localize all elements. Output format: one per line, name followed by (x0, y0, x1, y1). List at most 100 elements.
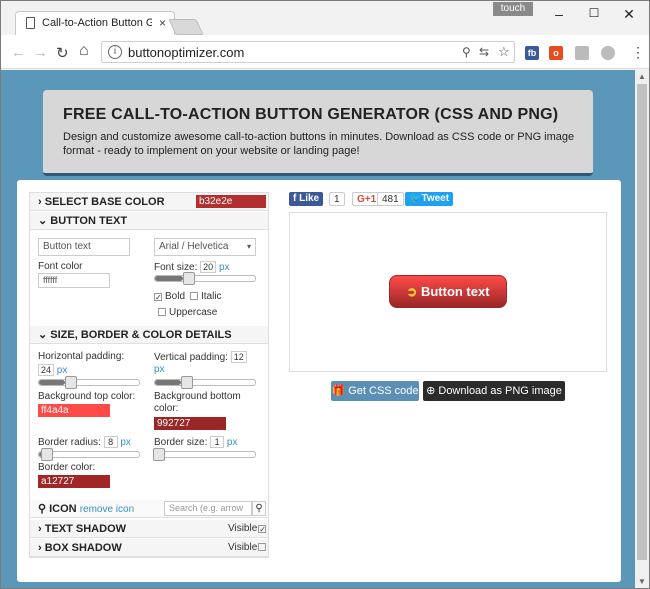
url-text[interactable]: buttonoptimizer.com (128, 45, 244, 60)
section-button-text[interactable]: ⌄ BUTTON TEXT (30, 212, 268, 230)
bg-bottom-color-swatch[interactable]: 992727 (154, 417, 226, 430)
border-size-slider[interactable] (153, 448, 256, 461)
font-size-value[interactable]: 20 (200, 261, 217, 273)
checkmark-icon: ✓ (258, 525, 267, 534)
bg-top-color-swatch[interactable]: ff4a4a (38, 404, 110, 417)
search-button[interactable]: ⚲ (252, 501, 266, 516)
chevron-down-icon: ⌄ (38, 329, 48, 341)
zoom-icon[interactable]: ⚲ (462, 45, 471, 59)
vertical-padding-text: Vertical padding: (154, 352, 228, 363)
scroll-down-icon[interactable]: ▼ (638, 577, 646, 586)
chevron-right-icon: › (38, 542, 42, 554)
facebook-like-button[interactable]: f Like (289, 192, 324, 206)
fb-like-label: Like (299, 193, 320, 204)
uppercase-checkbox[interactable]: Uppercase (158, 307, 217, 318)
bold-checkbox[interactable]: ✓ Bold (154, 291, 185, 302)
tab-title: Call-to-Action Button G (42, 17, 152, 29)
bold-label: Bold (165, 291, 186, 302)
vertical-padding-slider[interactable] (154, 376, 256, 389)
chevron-down-icon: ⌄ (38, 215, 48, 227)
title-bar: Call-to-Action Button G × touch – ☐ ✕ (1, 1, 649, 35)
remove-icon-link[interactable]: remove icon (80, 504, 134, 515)
horizontal-padding-slider[interactable] (38, 376, 140, 389)
fb-like-count: 1 (329, 192, 345, 206)
base-color-swatch[interactable]: b32e2e (196, 195, 266, 208)
tweet-button[interactable]: 🐦Tweet (405, 192, 454, 206)
chevron-right-icon: › (38, 196, 42, 208)
back-icon[interactable]: ← (11, 44, 26, 61)
slider-handle[interactable] (181, 376, 193, 389)
extension-icon[interactable] (575, 46, 589, 60)
page-scrollbar[interactable]: ▲ ▼ (635, 70, 649, 588)
italic-label: Italic (201, 291, 222, 302)
facebook-extension-icon[interactable]: fb (525, 46, 539, 60)
border-radius-label: Border radius: 8 px (38, 436, 131, 448)
font-family-value: Arial / Helvetica (159, 241, 229, 252)
button-text-input[interactable]: Button text (38, 238, 130, 256)
vertical-padding-value[interactable]: 12 (230, 351, 247, 363)
cta-button-text: Button text (420, 284, 490, 299)
translate-icon[interactable]: ⇆ (479, 45, 489, 59)
scroll-up-icon[interactable]: ▲ (638, 72, 646, 81)
slider-handle[interactable] (153, 448, 165, 461)
search-icon: ⚲ (38, 503, 47, 515)
border-size-text: Border size: (154, 437, 208, 448)
box-shadow-visible[interactable]: Visible (228, 542, 269, 553)
forward-icon[interactable]: → (33, 44, 48, 61)
uppercase-label: Uppercase (169, 307, 218, 318)
font-family-select[interactable]: Arial / Helvetica ▾ (154, 238, 256, 256)
border-color-swatch[interactable]: a12727 (38, 475, 110, 488)
download-png-label: Download as PNG image (438, 385, 562, 397)
maximize-icon[interactable]: ☐ (584, 6, 604, 20)
border-size-value[interactable]: 1 (210, 436, 225, 448)
star-icon[interactable]: ☆ (498, 44, 510, 60)
reload-icon[interactable]: ↻ (56, 44, 69, 62)
touch-label: touch (493, 2, 533, 16)
slider-fill (155, 380, 181, 385)
horizontal-padding-value-row: 24 px (38, 364, 67, 376)
home-icon[interactable]: ⌂ (79, 42, 89, 60)
scroll-thumb[interactable] (637, 84, 647, 560)
px-unit: px (154, 364, 165, 375)
speed-extension-icon[interactable] (601, 46, 615, 60)
office-extension-icon[interactable]: o (549, 46, 563, 60)
icon-search-input[interactable]: Search (e.g. arrow (164, 501, 252, 516)
checkmark-icon: ✓ (154, 293, 162, 302)
tab-close-icon[interactable]: × (159, 16, 166, 30)
section-label: SELECT BASE COLOR (44, 196, 165, 208)
page-subtitle: Design and customize awesome call-to-act… (63, 131, 575, 157)
info-icon[interactable]: i (108, 45, 122, 59)
get-css-button[interactable]: 🎁 Get CSS code (331, 381, 419, 401)
page-icon (26, 17, 35, 29)
slider-handle[interactable] (183, 272, 195, 285)
page-title: FREE CALL-TO-ACTION BUTTON GENERATOR (CS… (63, 106, 559, 123)
section-size-border[interactable]: ⌄ SIZE, BORDER & COLOR DETAILS (30, 326, 268, 344)
chevron-down-icon: ▾ (246, 242, 251, 251)
visible-label: Visible (228, 523, 258, 534)
button-preview: ➲ Button text (289, 212, 607, 372)
download-png-button[interactable]: ⊕ Download as PNG image (423, 381, 565, 401)
border-radius-value[interactable]: 8 (103, 436, 118, 448)
cta-preview-button[interactable]: ➲ Button text (389, 275, 507, 308)
italic-checkbox[interactable]: Italic (190, 291, 222, 302)
close-window-icon[interactable]: ✕ (619, 6, 639, 23)
tweet-label: Tweet (421, 193, 450, 204)
slider-handle[interactable] (65, 376, 77, 389)
font-size-slider[interactable] (154, 272, 256, 285)
horizontal-padding-value[interactable]: 24 (38, 364, 55, 376)
px-unit: px (218, 262, 230, 273)
minimize-icon[interactable]: – (549, 6, 569, 22)
checkbox-icon (258, 543, 267, 551)
menu-icon[interactable]: ⋮ (631, 44, 645, 61)
text-shadow-visible[interactable]: Visible ✓ (228, 523, 269, 534)
settings-panel: › SELECT BASE COLOR b32e2e ⌄ BUTTON TEXT… (29, 192, 269, 558)
slider-fill (155, 276, 183, 281)
slider-handle[interactable] (41, 448, 53, 461)
border-radius-slider[interactable] (38, 448, 140, 461)
address-bar[interactable]: i buttonoptimizer.com ⚲ ⇆ ☆ (101, 41, 515, 63)
browser-tab[interactable]: Call-to-Action Button G × (15, 11, 175, 35)
font-color-input[interactable]: ffffff (38, 273, 110, 288)
px-unit: px (226, 437, 238, 448)
google-plus-count: 481 (377, 192, 404, 206)
bg-bottom-color-label: Background bottom color: (154, 391, 241, 414)
